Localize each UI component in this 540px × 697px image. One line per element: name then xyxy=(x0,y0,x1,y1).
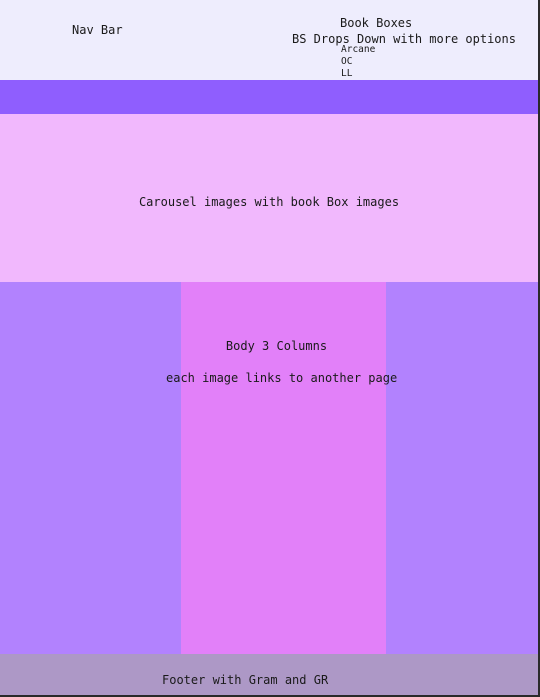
dropdown-option-oc: OC xyxy=(341,56,353,67)
body-title: Body 3 Columns xyxy=(225,339,328,353)
body-column-middle xyxy=(181,282,386,654)
nav-bar-label: Nav Bar xyxy=(72,23,123,37)
carousel-section: Carousel images with book Box images xyxy=(0,114,538,282)
dropdown-option-arcane: Arcane xyxy=(341,44,376,55)
body-column-right xyxy=(386,282,538,654)
accent-bar xyxy=(0,80,538,114)
book-boxes-description: BS Drops Down with more options xyxy=(292,32,516,46)
dropdown-option-ll: LL xyxy=(341,68,353,79)
body-section: Body 3 Columns each image links to anoth… xyxy=(0,282,538,654)
carousel-label: Carousel images with book Box images xyxy=(138,195,400,209)
footer-label: Footer with Gram and GR xyxy=(162,673,329,687)
body-column-left xyxy=(0,282,181,654)
nav-bar-section: Nav Bar Book Boxes BS Drops Down with mo… xyxy=(0,0,538,80)
book-boxes-dropdown-list: Arcane OC LL xyxy=(341,44,375,80)
footer-section: Footer with Gram and GR xyxy=(0,654,538,695)
book-boxes-title: Book Boxes xyxy=(340,16,413,30)
body-description: each image links to another page xyxy=(166,371,398,385)
wireframe: Nav Bar Book Boxes BS Drops Down with mo… xyxy=(0,0,540,697)
